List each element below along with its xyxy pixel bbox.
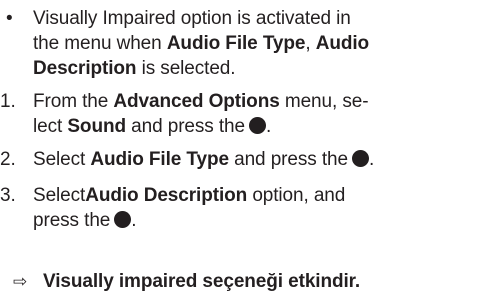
audio-term: Audio: [315, 33, 370, 54]
audio-file-type-term: Audio File Type: [90, 149, 229, 170]
bullet-line-1: Visually Impaired option is activated in: [33, 8, 351, 29]
advanced-options-term: Advanced Options: [113, 91, 280, 112]
sound-term: Sound: [67, 116, 126, 137]
step-2: 2. Select Audio File Type and press the.: [0, 147, 472, 172]
result-line: ⇨ Visually impaired seçeneği etkindir.: [0, 269, 472, 294]
bullet-note-text: Visually Impaired option is activated in…: [33, 6, 473, 81]
bullet-marker: •: [6, 8, 13, 29]
result-text: Visually impaired seçeneği etkindir.: [43, 271, 361, 292]
bullet-note: • Visually Impaired option is activated …: [0, 6, 472, 81]
ok-button-icon: [114, 211, 132, 228]
step-2-line-1: Select Audio File Type and press the.: [33, 149, 375, 170]
step-3-line-2: press the.: [33, 210, 137, 231]
step-1-line-2: lect Sound and press the.: [33, 116, 272, 137]
step-1-line-1: From the Advanced Options menu, se-: [33, 91, 369, 112]
step-number: 1.: [0, 91, 16, 112]
ok-button-icon: [351, 150, 369, 167]
ok-button-icon: [248, 117, 266, 134]
step-number: 2.: [0, 149, 16, 170]
instruction-document: • Visually Impaired option is activated …: [0, 0, 479, 307]
step-1-text: From the Advanced Options menu, se- lect…: [33, 89, 473, 139]
result-arrow-icon: ⇨: [13, 272, 28, 291]
step-number: 3.: [0, 185, 16, 206]
bullet-line-2: the menu when Audio File Type, Audio: [33, 33, 370, 54]
step-1: 1. From the Advanced Options menu, se- l…: [0, 89, 472, 139]
step-3: 3. SelectAudio Description option, and p…: [0, 183, 472, 233]
description-term: Description: [33, 58, 137, 79]
audio-file-type-term: Audio File Type: [166, 33, 306, 54]
step-3-text: SelectAudio Description option, and pres…: [33, 183, 473, 233]
step-3-line-1: SelectAudio Description option, and: [33, 185, 346, 206]
step-2-text: Select Audio File Type and press the.: [33, 147, 473, 172]
audio-description-term: Audio Description: [85, 185, 248, 206]
bullet-line-3: Description is selected.: [33, 58, 236, 79]
